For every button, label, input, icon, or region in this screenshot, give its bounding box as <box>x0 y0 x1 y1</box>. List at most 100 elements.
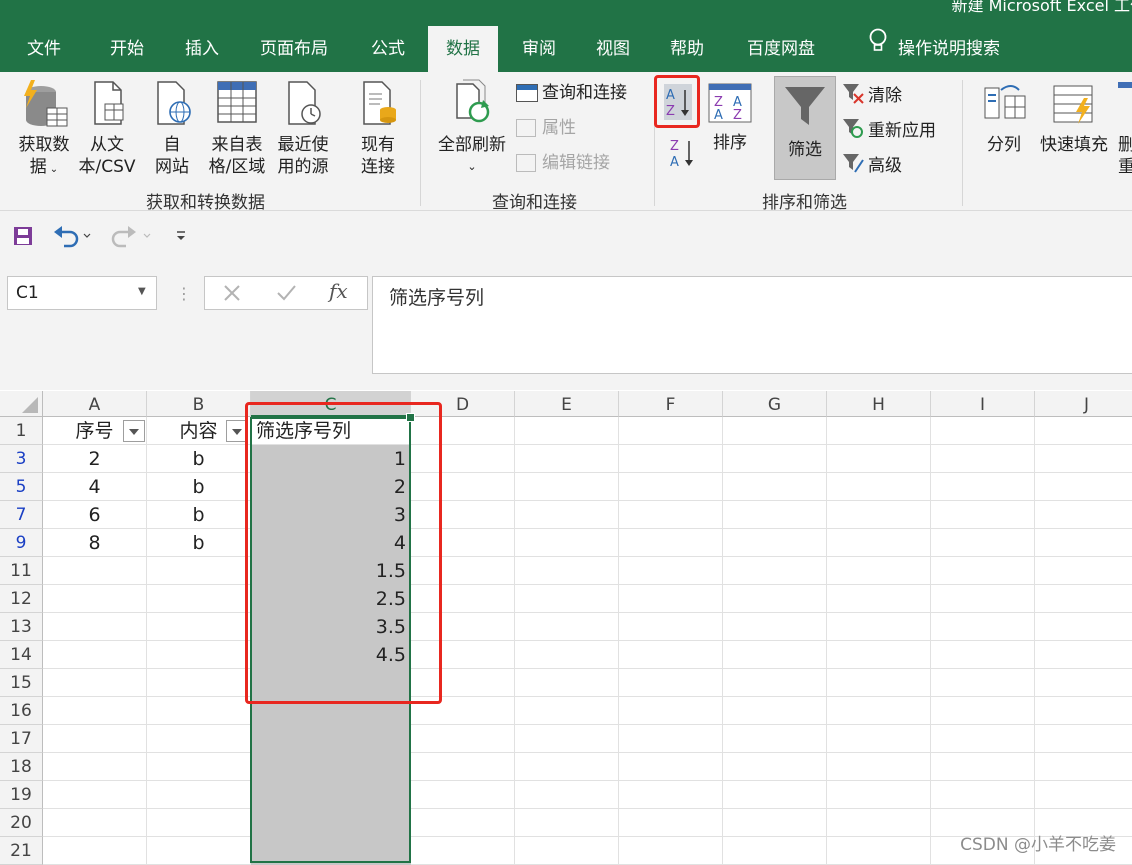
row-header[interactable]: 9 <box>0 529 43 557</box>
cell-empty[interactable] <box>931 473 1035 501</box>
tab-formulas[interactable]: 公式 <box>356 26 420 72</box>
select-all-button[interactable] <box>0 391 43 417</box>
cell-empty[interactable] <box>515 501 619 529</box>
cell-empty[interactable] <box>723 837 827 865</box>
cell-a[interactable]: 6 <box>43 501 147 529</box>
cell-empty[interactable] <box>515 837 619 865</box>
cell-empty[interactable] <box>723 501 827 529</box>
cell-empty[interactable] <box>411 837 515 865</box>
cell-empty[interactable] <box>1035 445 1132 473</box>
cell-a[interactable] <box>43 585 147 613</box>
cell-c[interactable]: 2 <box>251 473 411 501</box>
cell-empty[interactable] <box>827 473 931 501</box>
cell-empty[interactable] <box>723 445 827 473</box>
tab-data[interactable]: 数据 <box>428 26 498 72</box>
cell-b[interactable] <box>147 557 251 585</box>
properties-button[interactable]: 属性 <box>516 117 576 139</box>
cell-empty[interactable] <box>619 501 723 529</box>
cell-empty[interactable] <box>931 669 1035 697</box>
cell-empty[interactable] <box>723 585 827 613</box>
cell-empty[interactable] <box>411 585 515 613</box>
row-header[interactable]: 21 <box>0 837 43 865</box>
cell-c[interactable] <box>251 725 411 753</box>
cell-empty[interactable] <box>515 557 619 585</box>
tab-insert[interactable]: 插入 <box>172 26 232 72</box>
from-table-range-button[interactable]: 来自表 格/区域 <box>204 78 270 178</box>
row-header[interactable]: 15 <box>0 669 43 697</box>
column-header-c[interactable]: C <box>251 391 411 417</box>
cell-empty[interactable] <box>723 725 827 753</box>
cell-b[interactable] <box>147 613 251 641</box>
cell-empty[interactable] <box>619 641 723 669</box>
get-data-button[interactable]: 获取数 据 ⌄ <box>10 78 78 181</box>
cell-a[interactable] <box>43 837 147 865</box>
row-header[interactable]: 14 <box>0 641 43 669</box>
cell-a[interactable] <box>43 557 147 585</box>
cell-empty[interactable] <box>411 613 515 641</box>
cell-empty[interactable] <box>931 529 1035 557</box>
cell-b[interactable] <box>147 809 251 837</box>
cell-empty[interactable] <box>515 445 619 473</box>
cell-empty[interactable] <box>931 501 1035 529</box>
cell-a[interactable] <box>43 697 147 725</box>
cell-empty[interactable] <box>827 613 931 641</box>
cell-a[interactable]: 4 <box>43 473 147 501</box>
fill-handle[interactable] <box>406 413 415 422</box>
cell-empty[interactable] <box>1035 753 1132 781</box>
cell-empty[interactable] <box>411 809 515 837</box>
cell-empty[interactable] <box>931 445 1035 473</box>
column-header-g[interactable]: G <box>723 391 827 417</box>
cell-empty[interactable] <box>1035 669 1132 697</box>
cell-empty[interactable] <box>515 585 619 613</box>
cell-empty[interactable] <box>827 501 931 529</box>
tab-help[interactable]: 帮助 <box>658 26 716 72</box>
cell-empty[interactable] <box>411 641 515 669</box>
cell-empty[interactable] <box>619 809 723 837</box>
name-box[interactable]: C1 <box>7 276 157 310</box>
cell-empty[interactable] <box>515 417 619 445</box>
cell-empty[interactable] <box>827 725 931 753</box>
filter-dropdown-a-icon[interactable] <box>123 420 145 442</box>
column-header-i[interactable]: I <box>931 391 1035 417</box>
row-header[interactable]: 11 <box>0 557 43 585</box>
cell-empty[interactable] <box>515 697 619 725</box>
cell-empty[interactable] <box>515 669 619 697</box>
cell-empty[interactable] <box>723 697 827 725</box>
cell-empty[interactable] <box>931 417 1035 445</box>
column-header-e[interactable]: E <box>515 391 619 417</box>
row-header[interactable]: 12 <box>0 585 43 613</box>
cell-c[interactable] <box>251 837 411 865</box>
row-header[interactable]: 5 <box>0 473 43 501</box>
from-web-button[interactable]: 自 网站 <box>144 78 200 178</box>
cell-empty[interactable] <box>723 417 827 445</box>
cell-c[interactable]: 3 <box>251 501 411 529</box>
tab-file[interactable]: 文件 <box>10 26 78 72</box>
cell-empty[interactable] <box>515 529 619 557</box>
cell-empty[interactable] <box>619 529 723 557</box>
cell-empty[interactable] <box>723 669 827 697</box>
cell-empty[interactable] <box>723 781 827 809</box>
cell-empty[interactable] <box>1035 781 1132 809</box>
cell-a[interactable] <box>43 669 147 697</box>
recent-sources-button[interactable]: 最近使 用的源 <box>272 78 334 178</box>
reapply-filter-button[interactable]: 重新应用 <box>842 117 936 145</box>
cell-b[interactable] <box>147 837 251 865</box>
cell-empty[interactable] <box>827 753 931 781</box>
advanced-filter-button[interactable]: 高级 <box>842 152 902 180</box>
column-header-d[interactable]: D <box>411 391 515 417</box>
cell-empty[interactable] <box>931 725 1035 753</box>
cell-a[interactable] <box>43 781 147 809</box>
cell-c[interactable]: 2.5 <box>251 585 411 613</box>
cell-empty[interactable] <box>931 557 1035 585</box>
cell-empty[interactable] <box>411 781 515 809</box>
cell-a[interactable] <box>43 641 147 669</box>
cell-empty[interactable] <box>411 473 515 501</box>
cell-empty[interactable] <box>411 697 515 725</box>
formula-input[interactable]: 筛选序号列 <box>372 276 1132 374</box>
cell-empty[interactable] <box>827 781 931 809</box>
filter-button[interactable]: 筛选 <box>774 76 836 180</box>
row-header[interactable]: 1 <box>0 417 43 445</box>
cell-a[interactable]: 8 <box>43 529 147 557</box>
cell-empty[interactable] <box>827 641 931 669</box>
cell-empty[interactable] <box>515 473 619 501</box>
